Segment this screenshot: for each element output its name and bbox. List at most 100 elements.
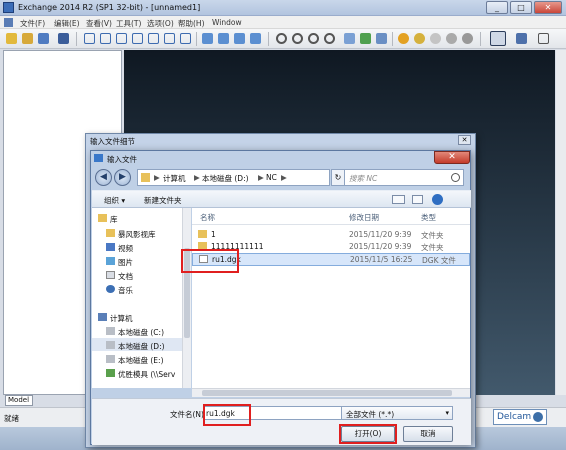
new-folder-button[interactable]: 新建文件夹 bbox=[144, 195, 182, 206]
search-input[interactable]: 搜索 NC bbox=[344, 169, 464, 186]
dialog-titlebar: 输入文件 bbox=[91, 151, 470, 165]
breadcrumb-nc[interactable]: NC bbox=[266, 173, 277, 182]
menu-file[interactable]: 文件(F) bbox=[20, 18, 45, 29]
navigation-pane: 库 暴风影视库 视频 图片 文档 音乐 计算机 本地磁盘 (C:) 本地磁盘 (… bbox=[92, 208, 182, 388]
menu-tools[interactable]: 工具(T) bbox=[116, 18, 141, 29]
file-type: 文件夹 bbox=[421, 243, 444, 252]
address-sep: ▶ bbox=[154, 173, 160, 182]
menu-help[interactable]: 帮助(H) bbox=[178, 18, 205, 29]
file-list: 名称 修改日期 类型 1 2015/11/20 9:39 文件夹 1111111… bbox=[181, 208, 470, 388]
globe-icon[interactable] bbox=[446, 33, 457, 44]
forward-button[interactable]: ▶ bbox=[114, 169, 131, 186]
tab-model[interactable]: Model bbox=[5, 395, 33, 406]
nav-scrollbar[interactable] bbox=[182, 208, 191, 388]
nav-documents[interactable]: 文档 bbox=[118, 271, 133, 282]
view-iso-icon[interactable] bbox=[180, 33, 191, 44]
shade-icon[interactable] bbox=[398, 33, 409, 44]
menu-view[interactable]: 查看(V) bbox=[86, 18, 112, 29]
main-toolbar bbox=[0, 29, 566, 49]
cube-iso1-icon[interactable] bbox=[202, 33, 213, 44]
file-scroll-thumb[interactable] bbox=[202, 390, 452, 396]
nav-drive-d[interactable]: 本地磁盘 (D:) bbox=[118, 341, 165, 352]
view-top-icon[interactable] bbox=[148, 33, 159, 44]
cube-iso3-icon[interactable] bbox=[234, 33, 245, 44]
menu-window[interactable]: Window bbox=[212, 18, 242, 27]
toolbar-separator bbox=[480, 32, 481, 46]
app-title: Exchange 2014 R2 (SP1 32-bit) - [unnamed… bbox=[18, 3, 201, 12]
folder-icon bbox=[198, 230, 207, 238]
view-left-icon[interactable] bbox=[116, 33, 127, 44]
nav-storm-library[interactable]: 暴风影视库 bbox=[118, 229, 156, 240]
nav-pictures[interactable]: 图片 bbox=[118, 257, 133, 268]
menu-options[interactable]: 选项(O) bbox=[147, 18, 174, 29]
view-right-icon[interactable] bbox=[132, 33, 143, 44]
network-drive-icon bbox=[106, 369, 115, 377]
filetype-select[interactable]: 全部文件 (*.*) ▾ bbox=[341, 406, 453, 420]
spin-icon[interactable] bbox=[376, 33, 387, 44]
toolbar-separator bbox=[196, 32, 197, 46]
menu-bar: 文件(F) 编辑(E) 查看(V) 工具(T) 选项(O) 帮助(H) Wind… bbox=[0, 16, 566, 29]
zoom-in-icon[interactable] bbox=[292, 33, 303, 44]
pan-icon[interactable] bbox=[344, 33, 355, 44]
zoom-out-icon[interactable] bbox=[308, 33, 319, 44]
file-date: 2015/11/5 16:25 bbox=[350, 255, 413, 264]
nav-libraries[interactable]: 库 bbox=[110, 214, 118, 225]
delcam-logo: Delcam bbox=[493, 409, 547, 425]
file-row[interactable]: 1 2015/11/20 9:39 文件夹 bbox=[192, 229, 470, 240]
preview-pane-icon[interactable] bbox=[412, 195, 423, 204]
menu-edit[interactable]: 编辑(E) bbox=[54, 18, 80, 29]
col-type[interactable]: 类型 bbox=[421, 212, 436, 223]
wireframe-icon[interactable] bbox=[430, 33, 441, 44]
open-icon[interactable] bbox=[22, 33, 33, 44]
view-bottom-icon[interactable] bbox=[164, 33, 175, 44]
rotate-icon[interactable] bbox=[360, 33, 371, 44]
nav-network-drive[interactable]: 优胜模具 (\\Serv bbox=[118, 369, 175, 380]
select-icon[interactable] bbox=[538, 33, 549, 44]
file-list-header: 名称 修改日期 类型 bbox=[192, 208, 470, 225]
documents-icon bbox=[106, 271, 115, 279]
new-icon[interactable] bbox=[6, 33, 17, 44]
zoom-fit-icon[interactable] bbox=[324, 33, 335, 44]
window-icon[interactable] bbox=[516, 33, 527, 44]
toolbar-separator bbox=[392, 32, 393, 46]
dialog-title: 输入文件 bbox=[107, 155, 137, 164]
filename-label: 文件名(N): bbox=[170, 410, 207, 419]
dialog-close-button[interactable]: ✕ bbox=[434, 151, 470, 164]
col-date[interactable]: 修改日期 bbox=[349, 212, 379, 223]
col-name[interactable]: 名称 bbox=[200, 212, 215, 223]
minimize-button[interactable]: _ bbox=[486, 1, 508, 14]
outer-close-button[interactable]: ✕ bbox=[458, 135, 471, 145]
nav-computer[interactable]: 计算机 bbox=[110, 313, 133, 324]
view-back-icon[interactable] bbox=[100, 33, 111, 44]
nav-music[interactable]: 音乐 bbox=[118, 285, 133, 296]
menu-app-icon bbox=[4, 18, 13, 27]
nav-videos[interactable]: 视频 bbox=[118, 243, 133, 254]
sphere-icon[interactable] bbox=[462, 33, 473, 44]
organize-button[interactable]: 组织 ▾ bbox=[104, 195, 125, 206]
cancel-button[interactable]: 取消 bbox=[403, 426, 453, 442]
cube-iso2-icon[interactable] bbox=[218, 33, 229, 44]
view-front-icon[interactable] bbox=[84, 33, 95, 44]
zoom-box-icon[interactable] bbox=[276, 33, 287, 44]
breadcrumb-computer[interactable]: 计算机 bbox=[163, 173, 186, 184]
nav-drive-e[interactable]: 本地磁盘 (E:) bbox=[118, 355, 164, 366]
cube-iso4-icon[interactable] bbox=[250, 33, 261, 44]
maximize-button[interactable]: □ bbox=[510, 1, 532, 14]
address-bar[interactable]: ▶ 计算机 ▶ 本地磁盘 (D:) ▶ NC ▶ bbox=[137, 169, 330, 186]
close-window-button[interactable]: ✕ bbox=[534, 1, 562, 14]
filetype-value: 全部文件 (*.*) bbox=[346, 410, 395, 419]
shade-wire-icon[interactable] bbox=[414, 33, 425, 44]
layout-toggle-icon[interactable] bbox=[490, 31, 506, 46]
video-icon bbox=[106, 243, 115, 251]
back-button[interactable]: ◀ bbox=[95, 169, 112, 186]
save-icon[interactable] bbox=[58, 33, 69, 44]
breadcrumb-drive-d[interactable]: 本地磁盘 (D:) bbox=[202, 173, 249, 184]
nav-drive-c[interactable]: 本地磁盘 (C:) bbox=[118, 327, 164, 338]
refresh-button[interactable]: ↻ bbox=[331, 169, 345, 186]
import-icon[interactable] bbox=[38, 33, 49, 44]
file-hscrollbar[interactable] bbox=[192, 388, 470, 397]
help-icon[interactable] bbox=[432, 194, 443, 205]
address-sep: ▶ bbox=[258, 173, 264, 182]
view-mode-icon[interactable] bbox=[392, 195, 405, 204]
library-icon bbox=[98, 214, 107, 222]
